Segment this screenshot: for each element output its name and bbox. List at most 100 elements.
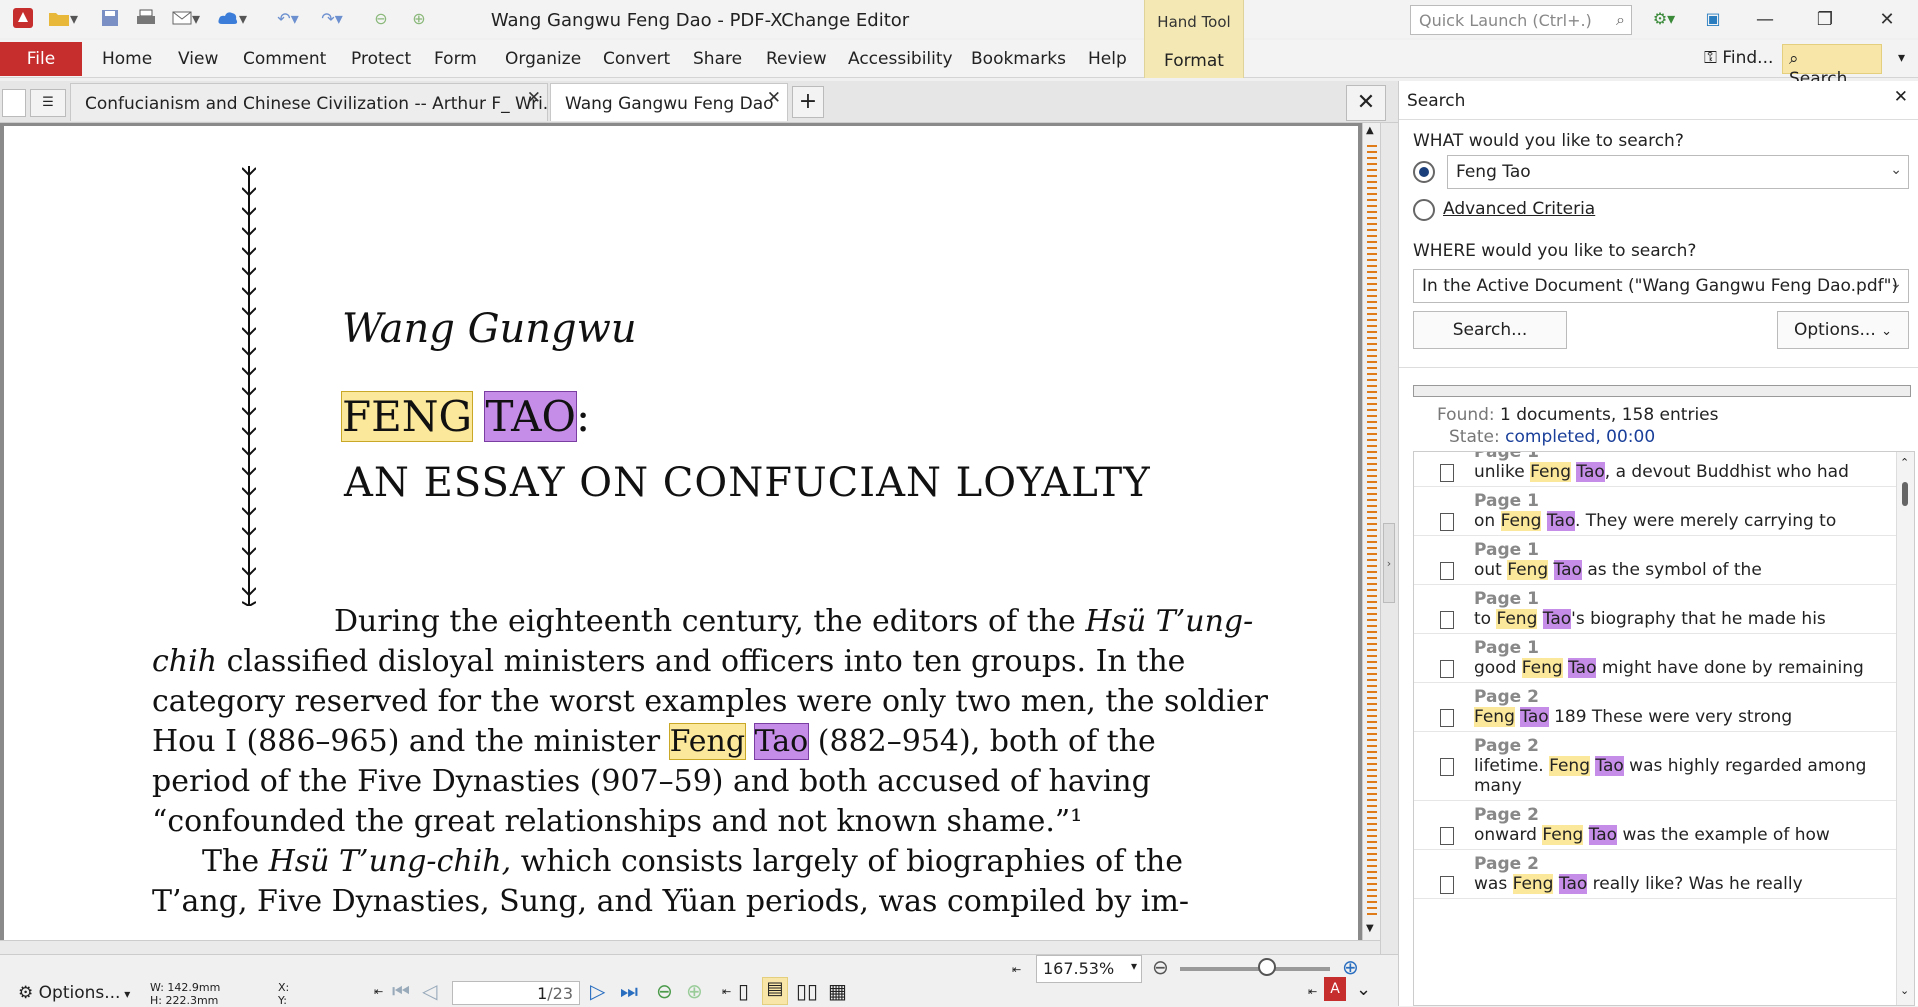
result-highlight-feng: Feng [1542,825,1584,845]
menu-comment[interactable]: Comment [243,49,326,69]
search-results-list[interactable]: Page 1 unlike Feng Tao, a devout Buddhist… [1413,451,1915,1006]
document-viewport[interactable]: Wang Gungwu FENG TAO: AN ESSAY ON CONFUC… [0,123,1362,940]
undo-icon[interactable]: ↶▾ [268,6,308,30]
tab-list-icon[interactable]: ☰ [30,89,66,117]
scroll-down-icon[interactable]: ▼ [1366,923,1374,934]
search-result-item[interactable]: Page 2 Feng Tao 189 These were very stron… [1414,683,1898,732]
menu-review[interactable]: Review [766,49,827,69]
open-folder-icon[interactable]: ▾ [46,6,80,30]
first-page-small-icon[interactable]: ⇤ [1012,963,1021,976]
horizontal-scroll-area[interactable] [0,940,1398,954]
menu-organize[interactable]: Organize [505,49,581,69]
search-result-item[interactable]: Page 1 unlike Feng Tao, a devout Buddhist… [1414,452,1898,487]
facing-pages-icon[interactable]: ▯▯ [796,979,818,1003]
para1-line1: During the eighteenth century, the edito… [334,604,1253,639]
print-icon[interactable] [134,6,158,30]
options-button[interactable]: ⚙ Options... ▾ [18,983,130,1003]
search-result-item[interactable]: Page 1 out Feng Tao as the symbol of the [1414,536,1898,585]
search-options-button[interactable]: Options... ⌄ [1777,311,1909,349]
splitter-handle-icon[interactable]: › [1383,523,1395,603]
back-view-icon[interactable]: ⊖ [656,979,673,1003]
search-result-item[interactable]: Page 2 onward Feng Tao was the example of… [1414,801,1898,850]
menu-home[interactable]: Home [102,49,152,69]
document-icon [1440,876,1454,894]
results-scroll-thumb[interactable] [1902,482,1908,506]
close-document-button[interactable]: ✕ [1346,85,1386,121]
search-result-item[interactable]: Page 1 to Feng Tao's biography that he ma… [1414,585,1898,634]
menu-form[interactable]: Form [434,49,477,69]
tab-close-icon[interactable]: ✕ [527,88,541,108]
close-icon[interactable]: ✕ [1894,87,1908,107]
search-result-item[interactable]: Page 1 on Feng Tao. They were merely carr… [1414,487,1898,536]
first-page-small-icon[interactable]: ⇤ [374,985,383,998]
next-page-icon[interactable]: ▷ [590,979,605,1003]
quick-launch-input[interactable]: Quick Launch (Ctrl+.) ⌕ [1410,5,1632,35]
menu-share[interactable]: Share [693,49,742,69]
zoom-out-icon[interactable]: ⊖ [1152,955,1169,979]
search-result-item[interactable]: Page 2 lifetime. Feng Tao was highly rega… [1414,732,1898,801]
zoom-combo[interactable]: 167.53% ▾ [1036,955,1142,983]
result-text-before: unlike [1474,462,1531,482]
cloud-icon[interactable]: ▾ [212,6,252,30]
new-tab-button[interactable]: + [792,86,824,118]
continuous-facing-icon[interactable]: ▦ [828,979,847,1003]
document-icon [1440,464,1454,482]
zoom-slider[interactable] [1180,967,1330,971]
menu-convert[interactable]: Convert [603,49,670,69]
restore-icon[interactable]: ❐ [1800,4,1850,36]
search-location-combo[interactable]: In the Active Document ("Wang Gangwu Fen… [1413,269,1909,303]
back-icon[interactable]: ⊖ [368,6,394,30]
menu-format[interactable]: Format [1144,40,1244,78]
close-window-icon[interactable]: ✕ [1862,4,1912,36]
chevron-down-icon[interactable]: ⌄ [1356,979,1371,1000]
menu-protect[interactable]: Protect [351,49,411,69]
menu-accessibility[interactable]: Accessibility [848,49,953,69]
continuous-page-icon[interactable]: ▤ [762,977,788,1005]
blank-page-icon[interactable] [2,89,26,117]
results-scrollbar[interactable]: ⌃ ⌄ [1896,452,1914,1005]
minimize-icon[interactable]: — [1740,4,1790,36]
pdf-app-icon[interactable]: A [1324,977,1346,1001]
tab-close-icon[interactable]: ✕ [767,88,781,108]
chevron-down-icon: ⌄ [1881,324,1893,339]
file-menu[interactable]: File [0,42,82,76]
app-logo-icon[interactable] [8,6,38,30]
scroll-up-icon[interactable]: ▲ [1366,125,1374,136]
single-page-icon[interactable]: ▯ [738,979,749,1003]
search-query-combo[interactable]: Feng Tao ⌄ [1447,155,1909,189]
vertical-scrollbar[interactable]: ▲ ▼ [1362,123,1380,940]
menu-help[interactable]: Help [1088,49,1127,69]
para1-line1-italic: Hsü T’ung- [1085,604,1254,639]
first-page-small-icon[interactable]: ⇤ [1308,985,1317,998]
menu-bookmarks[interactable]: Bookmarks [971,49,1066,69]
search-result-item[interactable]: Page 2 was Feng Tao really like? Was he r… [1414,850,1898,899]
redo-icon[interactable]: ↷▾ [312,6,352,30]
zoom-in-icon[interactable]: ⊕ [1342,955,1359,979]
previous-page-icon[interactable]: ◁ [422,979,437,1003]
search-submit-button[interactable]: Search... [1413,311,1567,349]
email-icon[interactable]: ▾ [168,6,204,30]
tab-wang-gangwu[interactable]: Wang Gangwu Feng Dao ✕ [550,83,788,121]
ribbon-collapse-icon[interactable]: ▾ [1898,50,1905,66]
first-page-icon[interactable]: ⏮ [392,979,410,1003]
menu-view[interactable]: View [178,49,218,69]
search-button[interactable]: ⌕ Search... [1782,44,1882,89]
page-number-input[interactable]: 1/23 [452,981,580,1005]
result-highlight-tao: Tao [1595,756,1624,776]
panel-splitter[interactable]: › [1380,123,1398,1006]
last-page-icon[interactable]: ⏭ [620,979,638,1003]
advanced-criteria-link[interactable]: Advanced Criteria [1443,199,1595,219]
simple-search-radio[interactable] [1413,161,1435,183]
chevron-up-icon[interactable]: ⌃ [1900,456,1909,469]
advanced-search-radio[interactable] [1413,199,1435,221]
tab-confucianism[interactable]: Confucianism and Chinese Civilization --… [70,83,548,121]
chevron-down-icon[interactable]: ⌄ [1900,984,1909,997]
forward-view-icon[interactable]: ⊕ [686,979,703,1003]
settings-icon[interactable]: ⚙▾ [1644,6,1684,30]
search-result-item[interactable]: Page 1 good Feng Tao might have done by r… [1414,634,1898,683]
layout-icon[interactable]: ▣ [1700,6,1726,30]
zoom-slider-knob[interactable] [1258,958,1276,976]
save-icon[interactable] [98,6,122,30]
first-page-small-icon[interactable]: ⇤ [722,985,731,998]
find-button[interactable]: ⚿ Find... [1704,48,1773,68]
